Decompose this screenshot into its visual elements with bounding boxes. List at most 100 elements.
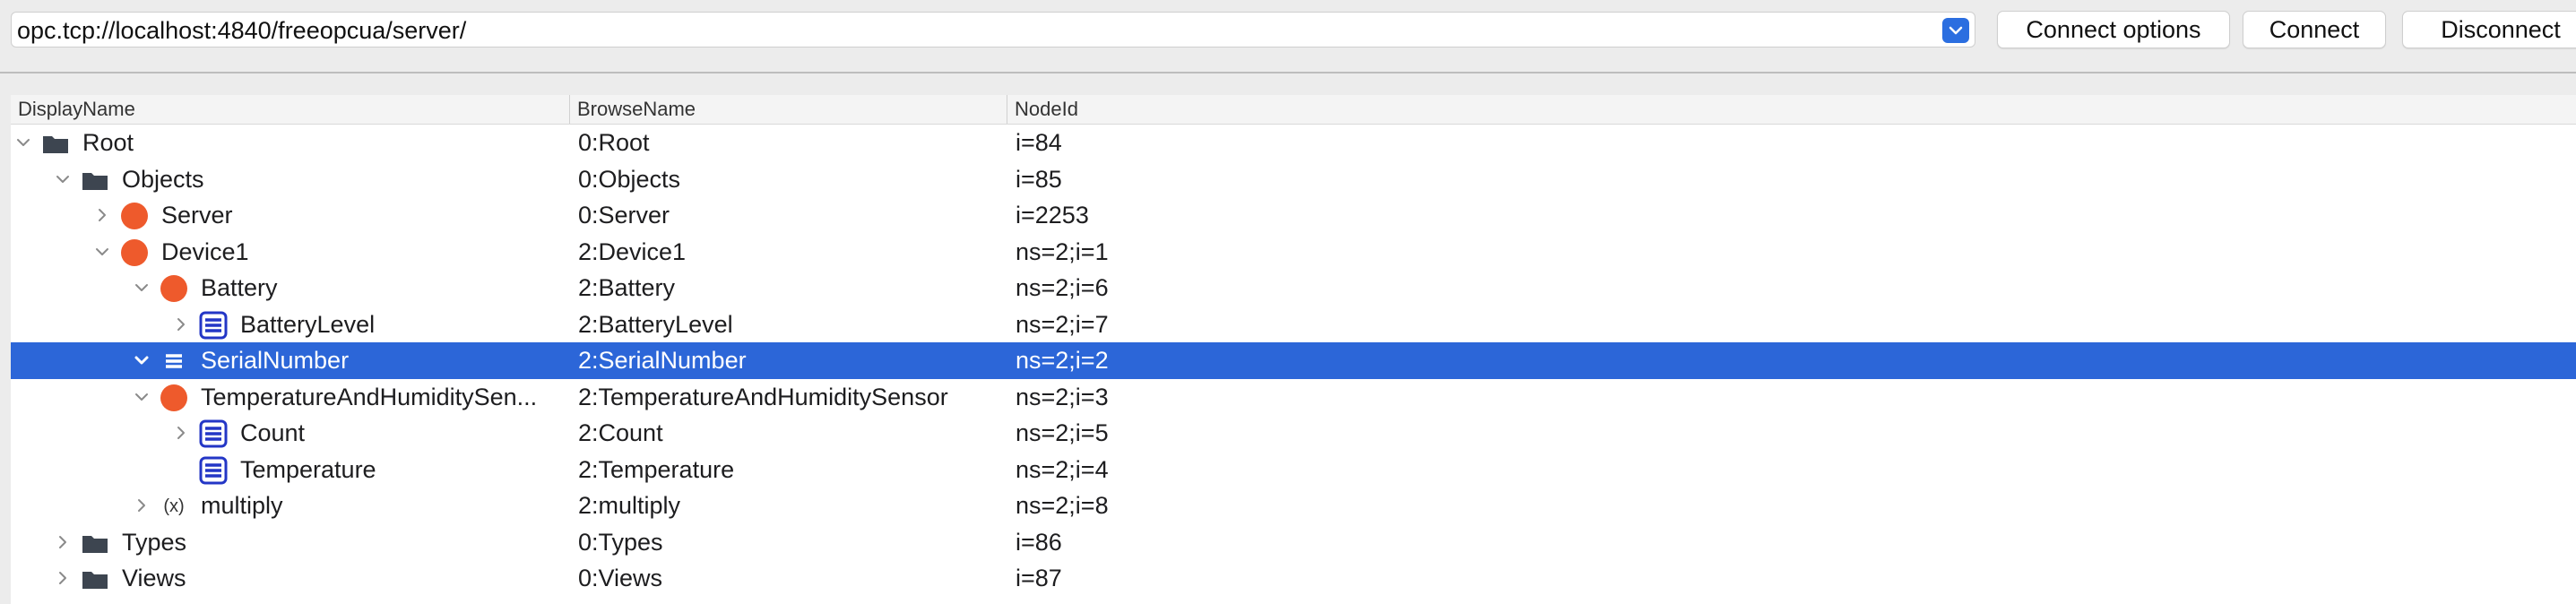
tree-row[interactable]: SerialNumber 2:SerialNumber ns=2;i=2 [11, 342, 2576, 379]
url-dropdown-button[interactable] [1942, 18, 1969, 43]
connect-button[interactable]: Connect [2243, 11, 2386, 48]
toolbar-divider [0, 72, 2576, 73]
tree-rows: Root 0:Root i=84 Objects 0:Objects i=85 Server… [11, 125, 2576, 597]
chevron-down-icon[interactable] [54, 170, 72, 188]
nodeid-cell: ns=2;i=2 [1016, 347, 1109, 374]
tree-row[interactable]: Battery 2:Battery ns=2;i=6 [11, 270, 2576, 306]
node-display-name: SerialNumber [201, 347, 350, 374]
node-display-name: Types [122, 528, 187, 556]
displayname-cell: Count [11, 415, 558, 452]
browsename-cell: 0:Types [578, 528, 663, 556]
column-header-displayname[interactable]: DisplayName [11, 95, 569, 124]
nodeid-cell: ns=2;i=4 [1016, 455, 1109, 483]
tree-row[interactable]: Views 0:Views i=87 [11, 560, 2576, 597]
browsename-cell: 0:Server [578, 202, 670, 229]
browsename-cell: 0:Views [578, 565, 663, 591]
displayname-cell: TemperatureAndHumiditySen... [11, 379, 558, 416]
browsename-cell: 2:BatteryLevel [578, 310, 733, 338]
nodeid-cell: ns=2;i=6 [1016, 274, 1109, 301]
nodeid-cell: i=86 [1016, 528, 1062, 556]
variable-icon [199, 311, 228, 340]
nodeid-cell: ns=2;i=1 [1016, 237, 1109, 265]
object-icon [160, 274, 188, 303]
connect-options-button[interactable]: Connect options [1997, 11, 2230, 48]
node-display-name: Root [82, 129, 134, 156]
address-space-tree[interactable]: DisplayName BrowseName NodeId Root 0:Root… [11, 95, 2576, 604]
nodeid-cell: i=85 [1016, 165, 1062, 193]
method-icon: (x) [163, 496, 185, 516]
browsename-cell: 0:Objects [578, 165, 681, 193]
browsename-cell: 2:Temperature [578, 455, 735, 483]
folder-icon [81, 166, 109, 194]
node-display-name: Count [240, 419, 306, 446]
chevron-down-icon[interactable] [14, 134, 32, 151]
displayname-cell: Objects [11, 161, 558, 198]
server-url-input[interactable]: opc.tcp://localhost:4840/freeopcua/serve… [17, 18, 466, 43]
displayname-cell: SerialNumber [11, 342, 558, 379]
chevron-down-icon[interactable] [93, 243, 111, 261]
displayname-cell: Device1 [11, 234, 558, 271]
chevron-right-icon[interactable] [172, 315, 190, 333]
displayname-cell: Server [11, 197, 558, 234]
chevron-down-icon [1949, 26, 1963, 35]
chevron-down-icon[interactable] [133, 351, 151, 369]
folder-icon [81, 529, 109, 557]
nodeid-cell: i=2253 [1016, 202, 1089, 229]
tree-row[interactable]: Temperature 2:Temperature ns=2;i=4 [11, 452, 2576, 488]
displayname-cell: Views [11, 560, 558, 597]
nodeid-cell: ns=2;i=8 [1016, 492, 1109, 519]
nodeid-cell: ns=2;i=7 [1016, 310, 1109, 338]
chevron-right-icon[interactable] [54, 533, 72, 551]
tree-row[interactable]: BatteryLevel 2:BatteryLevel ns=2;i=7 [11, 306, 2576, 343]
tree-header: DisplayName BrowseName NodeId [11, 95, 2576, 125]
browsename-cell: 0:Root [578, 129, 650, 156]
node-display-name: Views [122, 565, 186, 591]
node-display-name: TemperatureAndHumiditySen... [201, 383, 538, 410]
tree-row[interactable]: Count 2:Count ns=2;i=5 [11, 415, 2576, 452]
chevron-right-icon[interactable] [133, 496, 151, 514]
browsename-cell: 2:Battery [578, 274, 676, 301]
column-header-nodeid[interactable]: NodeId [1007, 95, 2576, 124]
column-header-browsename[interactable]: BrowseName [569, 95, 1007, 124]
chevron-right-icon[interactable] [54, 569, 72, 587]
nodeid-cell: ns=2;i=5 [1016, 419, 1109, 446]
node-display-name: multiply [201, 492, 283, 519]
tree-row[interactable]: Device1 2:Device1 ns=2;i=1 [11, 234, 2576, 271]
node-display-name: Battery [201, 274, 278, 301]
nodeid-cell: ns=2;i=3 [1016, 383, 1109, 410]
chevron-right-icon[interactable] [93, 206, 111, 224]
node-display-name: Device1 [161, 237, 249, 265]
node-display-name: BatteryLevel [240, 310, 376, 338]
variable-icon [160, 347, 188, 375]
browsename-cell: 2:SerialNumber [578, 347, 747, 374]
tree-row[interactable]: Server 0:Server i=2253 [11, 197, 2576, 234]
tree-row[interactable]: Types 0:Types i=86 [11, 524, 2576, 561]
chevron-down-icon[interactable] [133, 388, 151, 406]
object-icon [120, 238, 149, 267]
displayname-cell: BatteryLevel [11, 306, 558, 343]
browsename-cell: 2:TemperatureAndHumiditySensor [578, 383, 948, 410]
browsename-cell: 2:Device1 [578, 237, 687, 265]
nodeid-cell: i=84 [1016, 129, 1062, 156]
disconnect-button[interactable]: Disconnect [2402, 11, 2576, 48]
tree-row[interactable]: Objects 0:Objects i=85 [11, 161, 2576, 198]
node-display-name: Server [161, 202, 233, 229]
node-display-name: Temperature [240, 455, 376, 483]
browsename-cell: 2:Count [578, 419, 663, 446]
toolbar: opc.tcp://localhost:4840/freeopcua/serve… [0, 0, 2576, 61]
browsename-cell: 2:multiply [578, 492, 681, 519]
server-url-combobox[interactable]: opc.tcp://localhost:4840/freeopcua/serve… [11, 12, 1975, 47]
chevron-down-icon[interactable] [133, 279, 151, 297]
tree-row[interactable]: TemperatureAndHumiditySen... 2:Temperatur… [11, 379, 2576, 416]
node-display-name: Objects [122, 165, 204, 193]
variable-icon [199, 419, 228, 448]
tree-row[interactable]: (x) multiply 2:multiply ns=2;i=8 [11, 488, 2576, 524]
tree-row[interactable]: Root 0:Root i=84 [11, 125, 2576, 161]
displayname-cell: (x) multiply [11, 488, 558, 524]
displayname-cell: Temperature [11, 452, 558, 488]
displayname-cell: Battery [11, 270, 558, 306]
nodeid-cell: i=87 [1016, 565, 1062, 591]
folder-icon [41, 129, 70, 158]
chevron-right-icon[interactable] [172, 424, 190, 442]
folder-icon [81, 565, 109, 593]
